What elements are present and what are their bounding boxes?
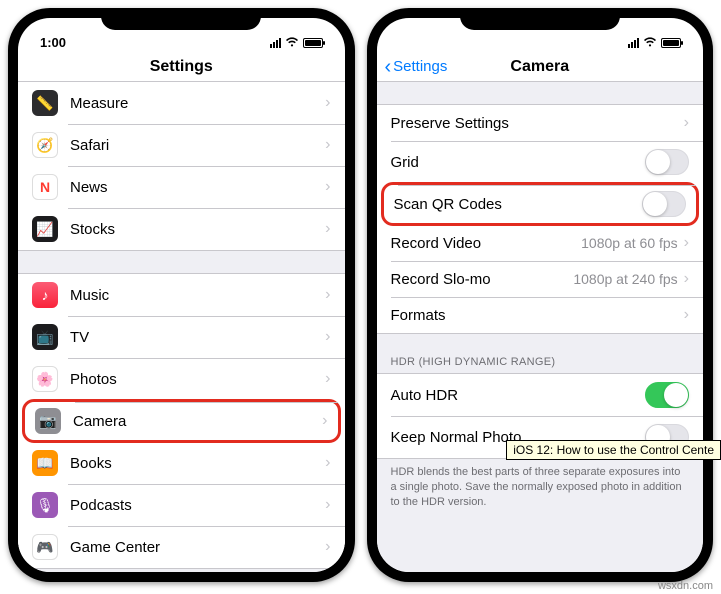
notch <box>101 8 261 30</box>
scan-qr-toggle[interactable] <box>642 191 686 217</box>
row-label: TV <box>70 329 325 346</box>
row-news[interactable]: N News › <box>18 166 345 208</box>
back-button[interactable]: ‹ Settings <box>385 57 448 77</box>
row-label: Photos <box>70 371 325 388</box>
row-photos[interactable]: 🌸 Photos › <box>18 358 345 400</box>
phone-left: 1:00 Settings 📏 Measure › 🧭 <box>8 8 355 582</box>
chevron-right-icon: › <box>684 234 689 252</box>
status-right <box>628 36 681 50</box>
status-time: 1:00 <box>40 35 66 50</box>
news-icon: N <box>32 174 58 200</box>
chevron-right-icon: › <box>325 454 330 472</box>
row-auto-hdr[interactable]: Auto HDR <box>377 374 704 416</box>
music-icon: ♪ <box>32 282 58 308</box>
chevron-right-icon: › <box>325 370 330 388</box>
navbar: Settings <box>18 52 345 82</box>
auto-hdr-toggle[interactable] <box>645 382 689 408</box>
row-label: Safari <box>70 137 325 154</box>
row-gamecenter[interactable]: 🎮 Game Center › <box>18 526 345 568</box>
screen-settings: 1:00 Settings 📏 Measure › 🧭 <box>18 18 345 572</box>
row-music[interactable]: ♪ Music › <box>18 274 345 316</box>
photos-icon: 🌸 <box>32 366 58 392</box>
camera-icon: 📷 <box>35 408 61 434</box>
chevron-right-icon: › <box>684 306 689 324</box>
chevron-right-icon: › <box>325 328 330 346</box>
chevron-left-icon: ‹ <box>385 57 392 77</box>
stocks-icon: 📈 <box>32 216 58 242</box>
row-label: Record Video <box>391 235 582 252</box>
row-tv[interactable]: 📺 TV › <box>18 316 345 358</box>
row-label: Game Center <box>70 539 325 556</box>
row-label: Measure <box>70 95 325 112</box>
row-label: Books <box>70 455 325 472</box>
chevron-right-icon: › <box>325 286 330 304</box>
watermark: wsxdn.com <box>658 580 713 592</box>
signal-icon <box>270 38 281 48</box>
row-label: Music <box>70 287 325 304</box>
chevron-right-icon: › <box>322 412 327 430</box>
battery-icon <box>303 38 323 48</box>
chevron-right-icon: › <box>325 136 330 154</box>
tooltip: iOS 12: How to use the Control Cente <box>506 440 721 460</box>
phone-right: ‹ Settings Camera Preserve Settings › Gr… <box>367 8 714 582</box>
row-label: Podcasts <box>70 497 325 514</box>
group-footer-hdr: HDR blends the best parts of three separ… <box>377 459 704 522</box>
row-books[interactable]: 📖 Books › <box>18 442 345 484</box>
nav-title: Camera <box>510 58 569 76</box>
books-icon: 📖 <box>32 450 58 476</box>
row-stocks[interactable]: 📈 Stocks › <box>18 208 345 250</box>
row-camera[interactable]: 📷 Camera › <box>22 399 341 443</box>
row-label: News <box>70 179 325 196</box>
row-grid[interactable]: Grid <box>377 141 704 183</box>
tv-icon: 📺 <box>32 324 58 350</box>
wifi-icon <box>285 36 299 50</box>
wifi-icon <box>643 36 657 50</box>
row-label: Auto HDR <box>391 387 646 404</box>
row-preserve-settings[interactable]: Preserve Settings › <box>377 105 704 141</box>
notch <box>460 8 620 30</box>
podcasts-icon: 🎙 <box>32 492 58 518</box>
row-label: Camera <box>73 413 322 430</box>
group-header-hdr: HDR (HIGH DYNAMIC RANGE) <box>377 334 704 373</box>
row-scan-qr-codes[interactable]: Scan QR Codes <box>381 182 700 226</box>
grid-toggle[interactable] <box>645 149 689 175</box>
row-detail: 1080p at 240 fps <box>573 271 677 287</box>
chevron-right-icon: › <box>325 220 330 238</box>
row-label: Stocks <box>70 221 325 238</box>
safari-icon: 🧭 <box>32 132 58 158</box>
nav-title: Settings <box>150 58 213 76</box>
row-safari[interactable]: 🧭 Safari › <box>18 124 345 166</box>
battery-icon <box>661 38 681 48</box>
row-record-video[interactable]: Record Video 1080p at 60 fps › <box>377 225 704 261</box>
status-time <box>399 35 403 50</box>
signal-icon <box>628 38 639 48</box>
row-formats[interactable]: Formats › <box>377 297 704 333</box>
chevron-right-icon: › <box>325 94 330 112</box>
navbar: ‹ Settings Camera <box>377 52 704 82</box>
row-label: Scan QR Codes <box>394 196 643 213</box>
row-label: Formats <box>391 307 684 324</box>
status-right <box>270 36 323 50</box>
row-detail: 1080p at 60 fps <box>581 235 678 251</box>
settings-list[interactable]: 📏 Measure › 🧭 Safari › N News › 📈 Stocks <box>18 82 345 572</box>
row-label: Preserve Settings <box>391 115 684 132</box>
chevron-right-icon: › <box>325 496 330 514</box>
back-label: Settings <box>393 58 447 75</box>
row-label: Record Slo-mo <box>391 271 574 288</box>
screen-camera-settings: ‹ Settings Camera Preserve Settings › Gr… <box>377 18 704 572</box>
row-record-slomo[interactable]: Record Slo-mo 1080p at 240 fps › <box>377 261 704 297</box>
gamecenter-icon: 🎮 <box>32 534 58 560</box>
chevron-right-icon: › <box>684 270 689 288</box>
row-measure[interactable]: 📏 Measure › <box>18 82 345 124</box>
chevron-right-icon: › <box>684 114 689 132</box>
row-label: Grid <box>391 154 646 171</box>
camera-settings-list[interactable]: Preserve Settings › Grid Scan QR Codes R… <box>377 82 704 572</box>
chevron-right-icon: › <box>325 178 330 196</box>
chevron-right-icon: › <box>325 538 330 556</box>
row-podcasts[interactable]: 🎙 Podcasts › <box>18 484 345 526</box>
measure-icon: 📏 <box>32 90 58 116</box>
